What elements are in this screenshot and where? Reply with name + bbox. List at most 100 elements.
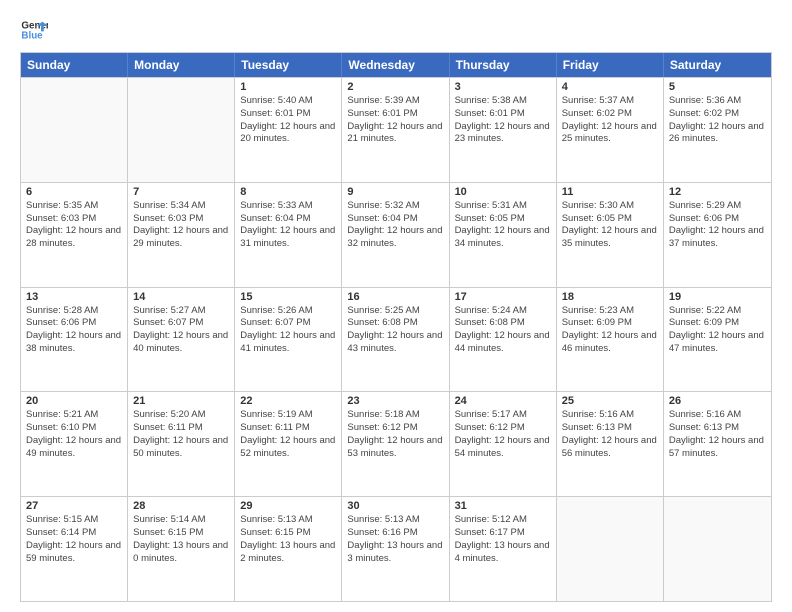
calendar-cell: 9 Sunrise: 5:32 AM Sunset: 6:04 PM Daylig… [342,183,449,287]
calendar-cell: 30Sunrise: 5:13 AM Sunset: 6:16 PM Dayli… [342,497,449,601]
calendar-cell: 27 Sunrise: 5:15 AM Sunset: 6:14 PM Dayli… [21,497,128,601]
calendar-cell: 11Sunrise: 5:30 AM Sunset: 6:05 PM Dayli… [557,183,664,287]
day-number: 9 [347,186,443,198]
day-number: 15 [240,291,336,303]
calendar-cell: 8Sunrise: 5:33 AM Sunset: 6:04 PM Daylig… [235,183,342,287]
day-number: 2 [347,81,443,93]
day-info: Sunrise: 5:13 AM Sunset: 6:16 PM Dayligh… [347,514,443,565]
day-info: Sunrise: 5:21 AM Sunset: 6:10 PM Dayligh… [26,409,122,460]
calendar-cell [21,78,128,182]
calendar-cell: 13 Sunrise: 5:28 AM Sunset: 6:06 PM Dayli… [21,288,128,392]
day-info: Sunrise: 5:17 AM Sunset: 6:12 PM Dayligh… [455,409,551,460]
day-number: 4 [562,81,658,93]
calendar-cell: 21 Sunrise: 5:20 AM Sunset: 6:11 PM Dayli… [128,392,235,496]
day-number: 3 [455,81,551,93]
header-cell-thursday: Thursday [450,53,557,77]
calendar-cell: 20 Sunrise: 5:21 AM Sunset: 6:10 PM Dayli… [21,392,128,496]
day-info: Sunrise: 5:15 AM Sunset: 6:14 PM Dayligh… [26,514,122,565]
calendar-cell [664,497,771,601]
calendar-cell: 4 Sunrise: 5:37 AM Sunset: 6:02 PM Daylig… [557,78,664,182]
day-number: 23 [347,395,443,407]
header-cell-wednesday: Wednesday [342,53,449,77]
day-number: 31 [455,500,551,512]
day-info: Sunrise: 5:16 AM Sunset: 6:13 PM Dayligh… [669,409,766,460]
day-number: 10 [455,186,551,198]
header-cell-sunday: Sunday [21,53,128,77]
calendar-row-3: 20 Sunrise: 5:21 AM Sunset: 6:10 PM Dayli… [21,391,771,496]
day-number: 29 [240,500,336,512]
day-info: Sunrise: 5:18 AM Sunset: 6:12 PM Dayligh… [347,409,443,460]
header-cell-tuesday: Tuesday [235,53,342,77]
calendar-cell [557,497,664,601]
day-number: 16 [347,291,443,303]
header-cell-saturday: Saturday [664,53,771,77]
day-number: 24 [455,395,551,407]
header-cell-monday: Monday [128,53,235,77]
calendar-cell: 22 Sunrise: 5:19 AM Sunset: 6:11 PM Dayli… [235,392,342,496]
day-number: 18 [562,291,658,303]
day-number: 26 [669,395,766,407]
calendar-cell: 2Sunrise: 5:39 AM Sunset: 6:01 PM Daylig… [342,78,449,182]
calendar-cell: 6Sunrise: 5:35 AM Sunset: 6:03 PM Daylig… [21,183,128,287]
day-number: 8 [240,186,336,198]
calendar-cell: 29 Sunrise: 5:13 AM Sunset: 6:15 PM Dayli… [235,497,342,601]
day-info: Sunrise: 5:19 AM Sunset: 6:11 PM Dayligh… [240,409,336,460]
calendar-cell: 14Sunrise: 5:27 AM Sunset: 6:07 PM Dayli… [128,288,235,392]
day-number: 19 [669,291,766,303]
day-info: Sunrise: 5:25 AM Sunset: 6:08 PM Dayligh… [347,305,443,356]
svg-text:Blue: Blue [21,30,43,41]
day-number: 27 [26,500,122,512]
day-number: 28 [133,500,229,512]
day-number: 21 [133,395,229,407]
calendar-cell: 31Sunrise: 5:12 AM Sunset: 6:17 PM Dayli… [450,497,557,601]
day-info: Sunrise: 5:20 AM Sunset: 6:11 PM Dayligh… [133,409,229,460]
calendar-row-0: 1 Sunrise: 5:40 AM Sunset: 6:01 PM Daylig… [21,77,771,182]
day-info: Sunrise: 5:22 AM Sunset: 6:09 PM Dayligh… [669,305,766,356]
day-number: 17 [455,291,551,303]
calendar-row-1: 6Sunrise: 5:35 AM Sunset: 6:03 PM Daylig… [21,182,771,287]
day-info: Sunrise: 5:35 AM Sunset: 6:03 PM Dayligh… [26,200,122,251]
day-info: Sunrise: 5:38 AM Sunset: 6:01 PM Dayligh… [455,95,551,146]
day-info: Sunrise: 5:13 AM Sunset: 6:15 PM Dayligh… [240,514,336,565]
day-info: Sunrise: 5:24 AM Sunset: 6:08 PM Dayligh… [455,305,551,356]
calendar-row-2: 13 Sunrise: 5:28 AM Sunset: 6:06 PM Dayli… [21,287,771,392]
day-info: Sunrise: 5:16 AM Sunset: 6:13 PM Dayligh… [562,409,658,460]
calendar-cell: 23 Sunrise: 5:18 AM Sunset: 6:12 PM Dayli… [342,392,449,496]
calendar-row-4: 27 Sunrise: 5:15 AM Sunset: 6:14 PM Dayli… [21,496,771,601]
day-info: Sunrise: 5:28 AM Sunset: 6:06 PM Dayligh… [26,305,122,356]
logo: General Blue [20,16,48,44]
day-info: Sunrise: 5:34 AM Sunset: 6:03 PM Dayligh… [133,200,229,251]
calendar-body: 1 Sunrise: 5:40 AM Sunset: 6:01 PM Daylig… [21,77,771,601]
day-info: Sunrise: 5:32 AM Sunset: 6:04 PM Dayligh… [347,200,443,251]
day-info: Sunrise: 5:14 AM Sunset: 6:15 PM Dayligh… [133,514,229,565]
day-number: 22 [240,395,336,407]
day-number: 20 [26,395,122,407]
day-info: Sunrise: 5:26 AM Sunset: 6:07 PM Dayligh… [240,305,336,356]
day-info: Sunrise: 5:40 AM Sunset: 6:01 PM Dayligh… [240,95,336,146]
calendar-cell: 10 Sunrise: 5:31 AM Sunset: 6:05 PM Dayli… [450,183,557,287]
header-cell-friday: Friday [557,53,664,77]
calendar-cell: 25Sunrise: 5:16 AM Sunset: 6:13 PM Dayli… [557,392,664,496]
day-number: 5 [669,81,766,93]
day-info: Sunrise: 5:29 AM Sunset: 6:06 PM Dayligh… [669,200,766,251]
calendar: SundayMondayTuesdayWednesdayThursdayFrid… [20,52,772,602]
calendar-cell [128,78,235,182]
day-info: Sunrise: 5:23 AM Sunset: 6:09 PM Dayligh… [562,305,658,356]
calendar-cell: 24 Sunrise: 5:17 AM Sunset: 6:12 PM Dayli… [450,392,557,496]
day-number: 11 [562,186,658,198]
calendar-cell: 16 Sunrise: 5:25 AM Sunset: 6:08 PM Dayli… [342,288,449,392]
logo-icon: General Blue [20,16,48,44]
calendar-cell: 15 Sunrise: 5:26 AM Sunset: 6:07 PM Dayli… [235,288,342,392]
day-info: Sunrise: 5:27 AM Sunset: 6:07 PM Dayligh… [133,305,229,356]
calendar-cell: 1 Sunrise: 5:40 AM Sunset: 6:01 PM Daylig… [235,78,342,182]
calendar-cell: 19 Sunrise: 5:22 AM Sunset: 6:09 PM Dayli… [664,288,771,392]
calendar-cell: 18 Sunrise: 5:23 AM Sunset: 6:09 PM Dayli… [557,288,664,392]
calendar-cell: 26 Sunrise: 5:16 AM Sunset: 6:13 PM Dayli… [664,392,771,496]
day-info: Sunrise: 5:36 AM Sunset: 6:02 PM Dayligh… [669,95,766,146]
calendar-cell: 3 Sunrise: 5:38 AM Sunset: 6:01 PM Daylig… [450,78,557,182]
day-number: 12 [669,186,766,198]
day-number: 13 [26,291,122,303]
day-info: Sunrise: 5:37 AM Sunset: 6:02 PM Dayligh… [562,95,658,146]
day-number: 1 [240,81,336,93]
day-info: Sunrise: 5:31 AM Sunset: 6:05 PM Dayligh… [455,200,551,251]
